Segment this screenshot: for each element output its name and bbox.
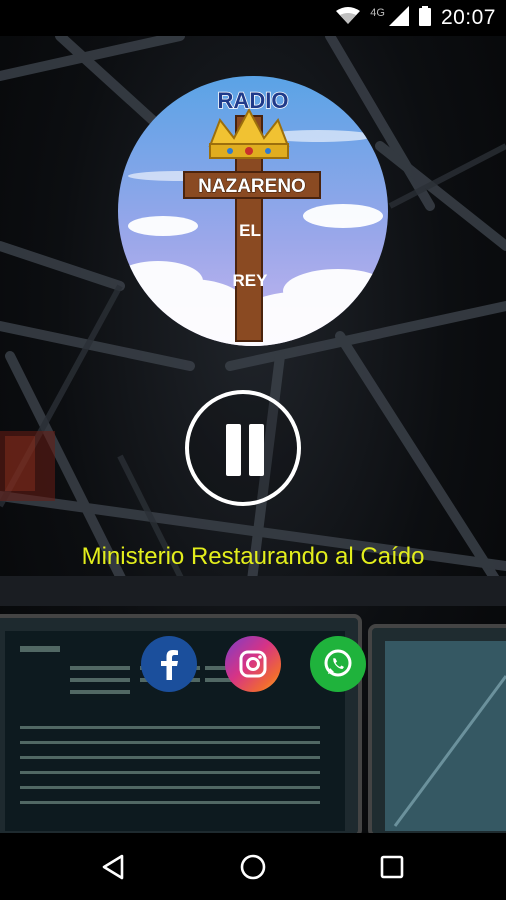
home-circle-icon — [240, 854, 266, 880]
battery-icon — [418, 5, 431, 31]
whatsapp-icon — [324, 649, 352, 677]
back-triangle-icon — [102, 854, 124, 880]
play-pause-button[interactable] — [185, 390, 301, 506]
logo-nazareno-text: NAZARENO — [198, 176, 306, 197]
cell-signal-icon — [388, 5, 409, 31]
recents-square-icon — [380, 855, 404, 879]
logo-el-text: EL — [239, 221, 261, 240]
home-button[interactable] — [233, 851, 273, 883]
clock: 20:07 — [440, 6, 496, 29]
network-type-label: 4G — [370, 7, 385, 19]
recents-button[interactable] — [372, 851, 412, 883]
instagram-icon — [239, 650, 267, 678]
status-bar: 4G 20:07 — [0, 0, 506, 36]
facebook-icon — [161, 650, 178, 680]
station-slogan: Ministerio Restaurando al Caído — [81, 543, 425, 570]
logo-radio-text: RADIO — [218, 88, 289, 113]
whatsapp-button[interactable] — [310, 636, 366, 692]
navigation-bar — [0, 833, 506, 900]
wifi-icon — [336, 6, 361, 30]
logo-rey-text: REY — [233, 271, 269, 290]
back-button[interactable] — [94, 851, 134, 883]
station-logo: RADIO NAZARENO EL REY — [118, 76, 388, 346]
instagram-button[interactable] — [225, 636, 281, 692]
facebook-button[interactable] — [141, 636, 197, 692]
